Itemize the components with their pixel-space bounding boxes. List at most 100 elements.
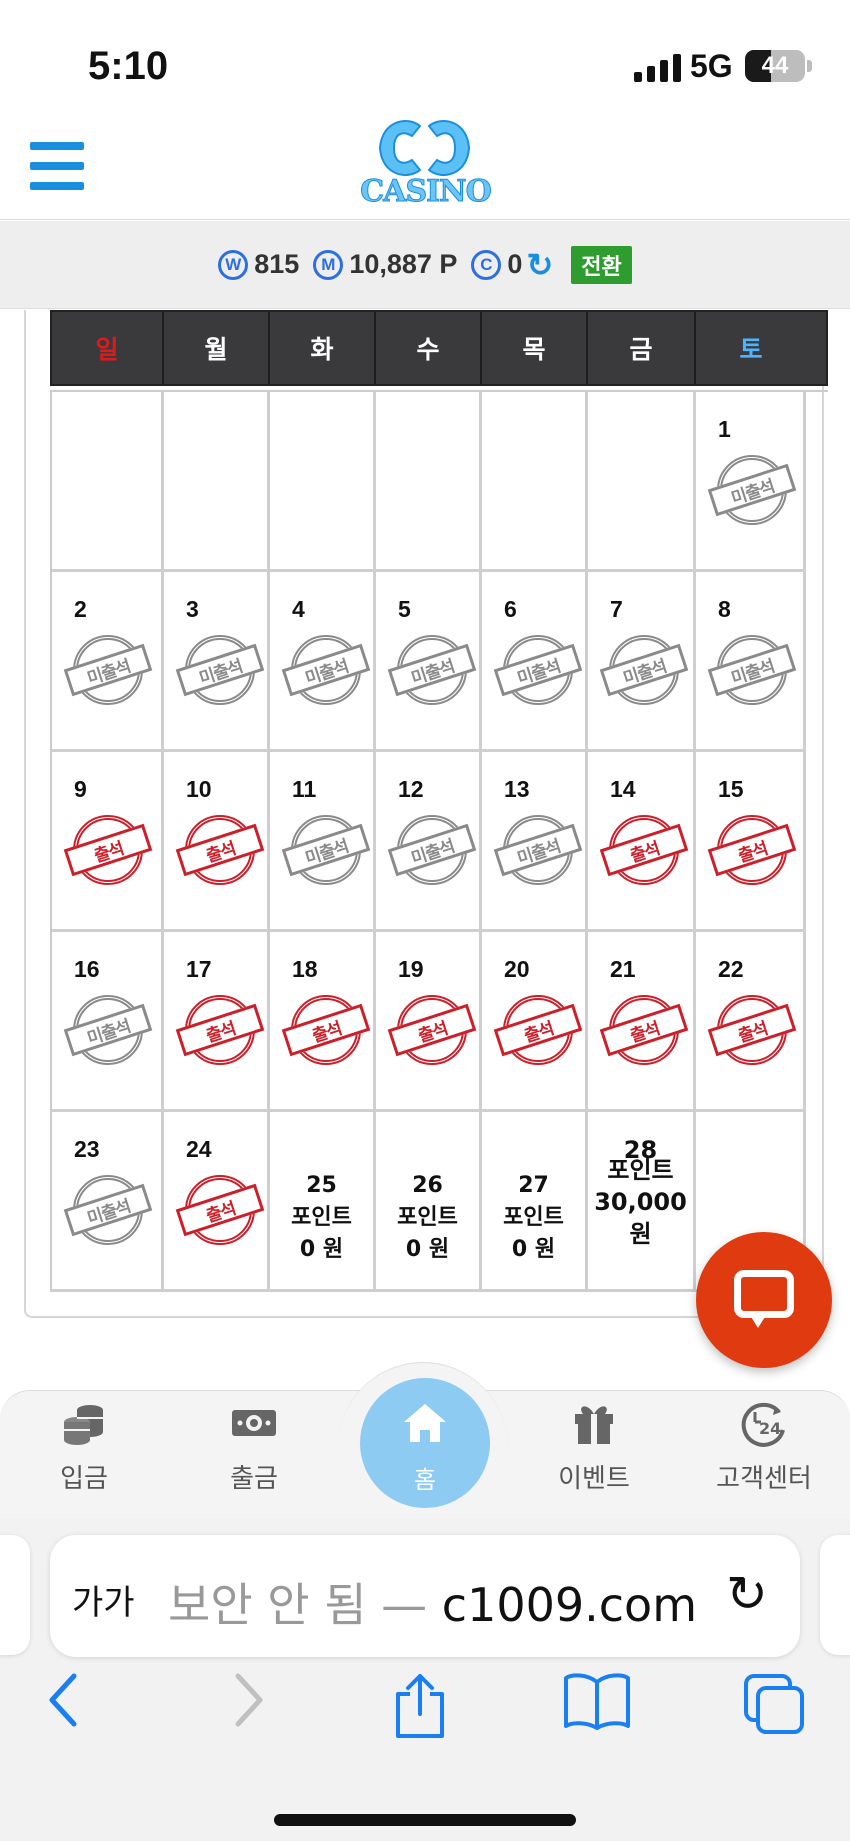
points-amount: 0 원: [405, 1237, 450, 1262]
cash-icon: [184, 1400, 324, 1450]
calendar-empty-cell: [270, 392, 376, 572]
absent-stamp-icon: 미출석: [63, 1170, 153, 1250]
forward-icon[interactable]: [228, 1672, 268, 1732]
logo-mark-icon: [378, 120, 471, 176]
cash-value: 815: [254, 249, 300, 279]
nav-event[interactable]: 이벤트: [524, 1400, 664, 1495]
day-number: 20: [504, 956, 530, 982]
calendar-day-cell: 8 미출석: [696, 572, 806, 752]
c-coin-icon: C: [471, 249, 502, 280]
calendar-day-cell: 12 미출석: [376, 752, 482, 932]
calendar-day-cell: 10 출석: [164, 752, 270, 932]
calendar-day-cell: 28 포인트 30,000 원: [588, 1112, 696, 1292]
points-label: 포인트: [503, 1205, 564, 1230]
nav-deposit[interactable]: 입금: [14, 1400, 154, 1495]
calendar-day-cell: 26 포인트 0 원: [376, 1112, 482, 1292]
day-number: 5: [398, 596, 411, 622]
day-number: 1: [718, 416, 731, 442]
absent-stamp-icon: 미출석: [707, 450, 797, 530]
points-label: 포인트: [291, 1205, 352, 1230]
calendar-day-cell: 11 미출석: [270, 752, 376, 932]
reader-settings-button[interactable]: 가가: [72, 1575, 135, 1624]
reload-icon[interactable]: ↻: [726, 1565, 768, 1623]
day-number: 11: [292, 776, 317, 802]
present-stamp-icon: 출석: [599, 990, 689, 1070]
chat-bubble-icon: [734, 1270, 794, 1318]
attendance-calendar: 일월화수목금 토 1 미출석 2 미출석 3 미출석 4 미출석 5 미출석 6 미출석 7 미출석 8 미출석…: [50, 310, 828, 1292]
day-number: 21: [610, 956, 636, 982]
absent-stamp-icon: 미출석: [175, 630, 265, 710]
present-stamp-icon: 출석: [493, 990, 583, 1070]
absent-stamp-icon: 미출석: [387, 630, 477, 710]
gift-icon: [524, 1400, 664, 1450]
hamburger-icon[interactable]: [30, 142, 84, 190]
chat-button[interactable]: [696, 1232, 832, 1368]
daily-points: 25 포인트 0 원: [270, 1170, 373, 1266]
tabs-icon[interactable]: [742, 1672, 806, 1740]
address-bar[interactable]: 가가 보안 안 됨 — c1009.com ↻: [50, 1535, 800, 1657]
next-tab-preview[interactable]: [820, 1535, 850, 1655]
calendar-day-cell: 25 포인트 0 원: [270, 1112, 376, 1292]
weekday-3: 수: [376, 312, 482, 384]
absent-stamp-icon: 미출석: [281, 810, 371, 890]
calendar-day-cell: 18 출석: [270, 932, 376, 1112]
nav-home[interactable]: 홈: [360, 1378, 490, 1508]
calendar-day-cell: 5 미출석: [376, 572, 482, 752]
day-number: 25: [306, 1173, 337, 1198]
nav-withdraw-label: 출금: [230, 1464, 278, 1494]
points-label: 포인트: [397, 1205, 458, 1230]
prev-tab-preview[interactable]: [0, 1535, 30, 1655]
day-number: 16: [74, 956, 100, 982]
present-stamp-icon: 출석: [63, 810, 153, 890]
nav-support-label: 고객센터: [716, 1464, 812, 1494]
back-icon[interactable]: [44, 1672, 84, 1732]
day-number: 18: [292, 956, 318, 982]
points-amount: 0 원: [299, 1237, 344, 1262]
day-number: 19: [398, 956, 424, 982]
calendar-day-cell: 9 출석: [52, 752, 164, 932]
mileage-balance: M 10,887 P: [313, 249, 457, 280]
chat-bubble-tail: [748, 1312, 768, 1328]
calendar-day-cell: 7 미출석: [588, 572, 696, 752]
calendar-empty-cell: [52, 392, 164, 572]
nav-event-label: 이벤트: [558, 1464, 630, 1494]
day-number: 12: [398, 776, 424, 802]
absent-stamp-icon: 미출석: [707, 630, 797, 710]
casino-logo[interactable]: CASINO: [358, 118, 493, 214]
calendar-day-cell: 21 출석: [588, 932, 696, 1112]
battery-tip: [807, 60, 812, 72]
battery-icon: 44: [745, 50, 805, 82]
calendar-day-cell: 24 출석: [164, 1112, 270, 1292]
present-stamp-icon: 출석: [175, 1170, 265, 1250]
weekday-1: 월: [164, 312, 270, 384]
present-stamp-icon: 출석: [599, 810, 689, 890]
switch-button[interactable]: 전환: [571, 245, 632, 284]
bookmarks-icon[interactable]: [562, 1672, 632, 1736]
present-stamp-icon: 출석: [281, 990, 371, 1070]
coins-icon: [14, 1400, 154, 1450]
svg-text:24: 24: [759, 1419, 781, 1438]
share-icon[interactable]: [392, 1672, 448, 1744]
calendar-empty-cell: [588, 392, 696, 572]
day-number: 10: [186, 776, 212, 802]
day-number: 6: [504, 596, 517, 622]
nav-home-label: 홈: [413, 1466, 437, 1494]
logo-text: CASINO: [360, 174, 492, 210]
nav-deposit-label: 입금: [60, 1464, 108, 1494]
weekday-header: 일월화수목금 토: [50, 310, 828, 386]
weekday-5: 금: [588, 312, 696, 384]
refresh-icon[interactable]: ↻: [526, 246, 553, 284]
day-number: 8: [718, 596, 731, 622]
nav-withdraw[interactable]: 출금: [184, 1400, 324, 1495]
coin-balance: C 0 ↻: [471, 246, 553, 284]
calendar-day-cell: 16 미출석: [52, 932, 164, 1112]
day-number: 3: [186, 596, 199, 622]
day-number: 24: [186, 1136, 212, 1162]
url-domain: c1009.com: [441, 1578, 698, 1632]
present-stamp-icon: 출석: [175, 990, 265, 1070]
nav-support[interactable]: 24 고객센터: [694, 1400, 834, 1495]
url-text[interactable]: 보안 안 됨 — c1009.com: [168, 1569, 728, 1635]
calendar-day-cell: 17 출석: [164, 932, 270, 1112]
day-number: 23: [74, 1136, 100, 1162]
coin-value: 0: [507, 249, 523, 279]
